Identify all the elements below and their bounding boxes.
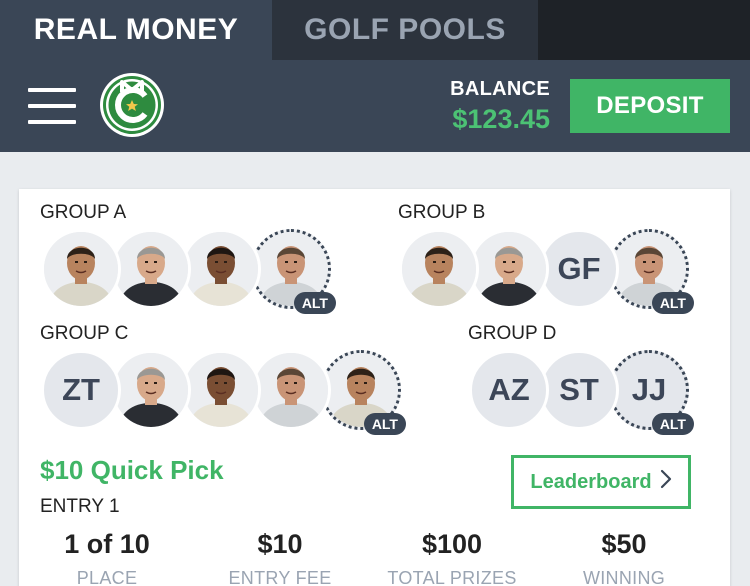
alternate-golfer-avatar[interactable]: ALT bbox=[321, 350, 406, 435]
stat-value: $50 bbox=[601, 529, 647, 559]
golfer-photo bbox=[402, 232, 476, 306]
app-logo bbox=[99, 72, 165, 138]
deposit-button[interactable]: DEPOSIT bbox=[570, 79, 730, 133]
alt-badge: ALT bbox=[363, 413, 406, 435]
alternate-golfer-avatar[interactable]: ALT bbox=[251, 229, 336, 314]
golfer-photo bbox=[184, 353, 258, 427]
golfer-avatar[interactable] bbox=[251, 350, 331, 430]
tab-real-money[interactable]: REAL MONEY bbox=[0, 0, 272, 60]
entry-card: GROUP A ALT GROUP B GF ALT GROUP C ZT ALT GROUP … bbox=[19, 189, 730, 586]
app-header: BALANCE $123.45 DEPOSIT bbox=[0, 60, 750, 152]
hamburger-menu-icon[interactable] bbox=[28, 88, 76, 124]
alternate-golfer-avatar[interactable]: ALT bbox=[609, 229, 694, 314]
top-tab-bar: REAL MONEY GOLF POOLS bbox=[0, 0, 750, 60]
golfer-avatar[interactable] bbox=[469, 229, 549, 309]
group-label: GROUP C bbox=[40, 323, 129, 344]
golfer-photo bbox=[254, 353, 328, 427]
golfer-photo bbox=[184, 232, 258, 306]
leaderboard-label: Leaderboard bbox=[530, 470, 652, 493]
golfer-initials: ST bbox=[559, 372, 599, 407]
golfer-initials: JJ bbox=[631, 372, 667, 407]
balance-label: BALANCE bbox=[450, 78, 550, 100]
golfer-avatar[interactable] bbox=[111, 229, 191, 309]
alt-badge: ALT bbox=[651, 413, 694, 435]
golfer-avatar[interactable]: AZ bbox=[469, 350, 549, 430]
alt-badge: ALT bbox=[293, 292, 336, 314]
stat-value: $10 bbox=[257, 529, 303, 559]
golfer-initials: AZ bbox=[488, 372, 530, 407]
golfer-photo bbox=[44, 232, 118, 306]
stat-label: ENTRY FEE bbox=[228, 568, 332, 586]
tab-bar-filler bbox=[538, 0, 750, 60]
group-label: GROUP A bbox=[40, 202, 127, 223]
stat-label: TOTAL PRIZES bbox=[387, 568, 517, 586]
stat-place: 1 of 10 PLACE bbox=[22, 529, 192, 586]
stat-entry-fee: $10 ENTRY FEE bbox=[195, 529, 365, 586]
golfer-initials: GF bbox=[557, 251, 601, 286]
group-label: GROUP B bbox=[398, 202, 486, 223]
golfer-avatar[interactable]: ZT bbox=[41, 350, 121, 430]
golfer-avatar[interactable]: ST bbox=[539, 350, 619, 430]
golfer-initials: ZT bbox=[62, 372, 100, 407]
stat-total-prizes: $100 TOTAL PRIZES bbox=[367, 529, 537, 586]
stat-value: $100 bbox=[421, 529, 483, 559]
stat-winning: $50 WINNING bbox=[539, 529, 709, 586]
golfer-photo bbox=[114, 353, 188, 427]
tab-golf-pools[interactable]: GOLF POOLS bbox=[272, 0, 538, 60]
golfer-avatar[interactable]: GF bbox=[539, 229, 619, 309]
golfer-photo bbox=[472, 232, 546, 306]
alternate-golfer-avatar[interactable]: JJ ALT bbox=[609, 350, 694, 435]
golfer-photo bbox=[114, 232, 188, 306]
golfer-avatar[interactable] bbox=[399, 229, 479, 309]
group-label: GROUP D bbox=[468, 323, 557, 344]
leaderboard-button[interactable]: Leaderboard bbox=[511, 455, 691, 509]
entry-label: ENTRY 1 bbox=[40, 496, 120, 517]
stat-label: PLACE bbox=[76, 568, 138, 586]
golfer-avatar[interactable] bbox=[111, 350, 191, 430]
stat-label: WINNING bbox=[582, 568, 666, 586]
contest-title: $10 Quick Pick bbox=[40, 455, 224, 485]
alt-badge: ALT bbox=[651, 292, 694, 314]
stat-value: 1 of 10 bbox=[64, 529, 150, 559]
golfer-avatar[interactable] bbox=[181, 229, 261, 309]
balance-amount: $123.45 bbox=[452, 104, 550, 134]
chevron-right-icon bbox=[660, 469, 672, 495]
golfer-avatar[interactable] bbox=[41, 229, 121, 309]
golfer-avatar[interactable] bbox=[181, 350, 261, 430]
